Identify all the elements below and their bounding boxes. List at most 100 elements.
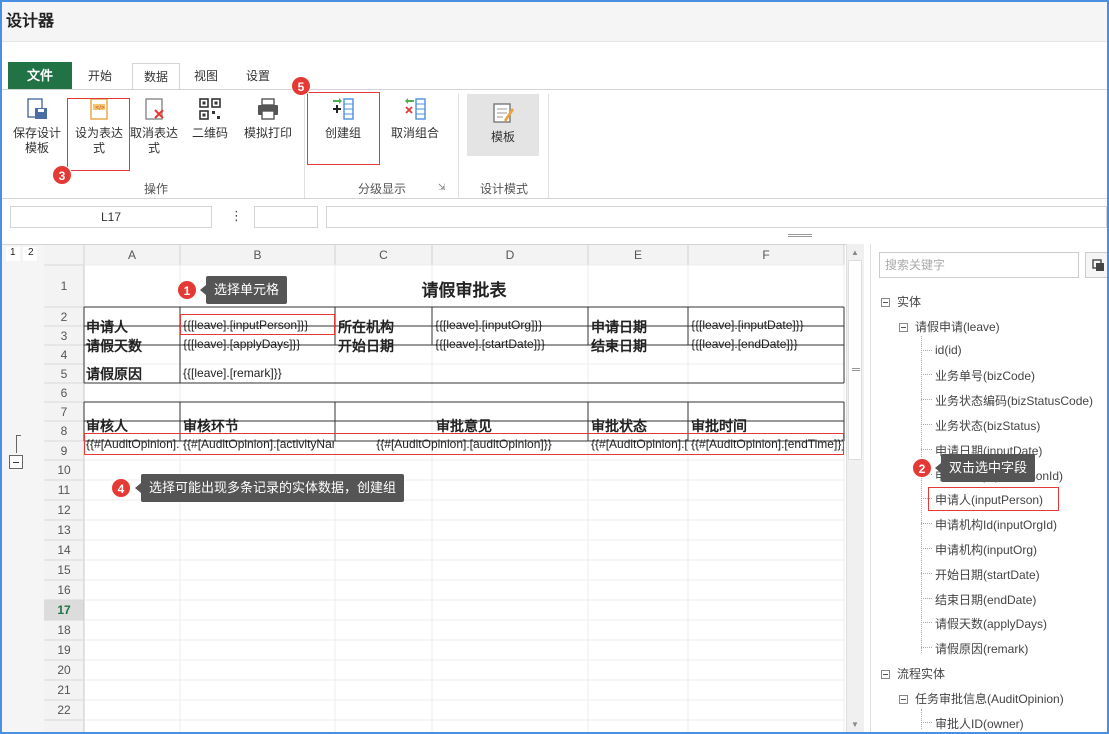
row-header-18[interactable]: 18	[44, 623, 84, 637]
cell-E3[interactable]: 结束日期	[591, 336, 647, 356]
tree-node-field[interactable]: id(id)	[935, 343, 962, 357]
cell-B4[interactable]: {{[leave].[remark]}}	[183, 366, 483, 380]
tab-home[interactable]: 开始	[82, 63, 118, 90]
tree-node-field[interactable]: 业务状态(bizStatus)	[935, 417, 1040, 434]
scroll-thumb[interactable]	[848, 260, 862, 460]
tree-node-field[interactable]: 审批人ID(owner)	[935, 715, 1024, 732]
cancel-expression-button[interactable]: 取消表达式	[128, 96, 180, 156]
tree-node-group[interactable]: 任务审批信息(AuditOpinion)	[899, 690, 1064, 707]
column-header-A[interactable]: A	[84, 248, 180, 262]
row-header-21[interactable]: 21	[44, 683, 84, 697]
row-header-10[interactable]: 10	[44, 463, 84, 477]
tree-node-field[interactable]: 申请机构Id(inputOrgId)	[935, 516, 1057, 533]
qrcode-icon	[199, 98, 221, 120]
tree-node-field[interactable]: 请假原因(remark)	[935, 640, 1028, 657]
scroll-down-icon[interactable]: ▼	[851, 720, 859, 729]
cell-D2[interactable]: {{[leave].[inputOrg]}}	[435, 318, 585, 332]
column-header-C[interactable]: C	[335, 248, 432, 262]
template-mode-button[interactable]: 模板	[467, 94, 539, 156]
search-input[interactable]: 搜索关键字	[879, 252, 1079, 278]
tree-node-group[interactable]: 流程实体	[881, 665, 945, 682]
cell-C2[interactable]: 所在机构	[338, 317, 394, 337]
tab-settings[interactable]: 设置	[240, 63, 276, 90]
cell-F2[interactable]: {{[leave].[inputDate]}}	[691, 318, 841, 332]
collapse-node-icon[interactable]	[899, 322, 908, 332]
cell-A4[interactable]: 请假原因	[86, 364, 142, 384]
scroll-up-icon[interactable]: ▲	[851, 248, 859, 257]
sheet-vertical-scrollbar[interactable]: ▲ ▼	[846, 244, 864, 732]
name-box[interactable]: L17	[10, 206, 212, 228]
title-bar: 设计器	[2, 2, 1107, 42]
row-header-16[interactable]: 16	[44, 583, 84, 597]
column-header-E[interactable]: E	[588, 248, 688, 262]
outline-level-2[interactable]: 2	[28, 247, 34, 258]
cell-A3[interactable]: 请假天数	[86, 336, 142, 356]
row-header-20[interactable]: 20	[44, 663, 84, 677]
column-header-D[interactable]: D	[432, 248, 588, 262]
cancel-expression-icon	[145, 98, 164, 120]
row-header-11[interactable]: 11	[44, 483, 84, 497]
collapse-node-icon[interactable]	[881, 670, 890, 679]
row-header-4[interactable]: 4	[44, 348, 84, 362]
copy-icon	[1092, 259, 1104, 271]
tab-file[interactable]: 文件	[8, 62, 72, 90]
row-header-1[interactable]: 1	[44, 279, 84, 293]
tree-node-field[interactable]: 申请机构(inputOrg)	[935, 541, 1037, 558]
row-header-12[interactable]: 12	[44, 503, 84, 517]
collapse-node-icon[interactable]	[899, 694, 908, 704]
collapse-group-button[interactable]	[9, 455, 23, 469]
spreadsheet: 1 2 ABCDEF 1 2 3 4 5 6 7 8 9 10 11 12 13 14 15 16 17 18 19…	[2, 244, 864, 732]
row-header-19[interactable]: 19	[44, 643, 84, 657]
tree-node-field[interactable]: 结束日期(endDate)	[935, 591, 1036, 608]
step-2-badge: 2	[912, 458, 932, 478]
highlight-cell-B2	[180, 314, 335, 335]
cell-D3[interactable]: {{[leave].[startDate]}}	[435, 337, 585, 351]
qrcode-button[interactable]: 二维码	[188, 96, 232, 141]
tree-connector	[921, 424, 932, 425]
row-header-9[interactable]: 9	[44, 444, 84, 458]
row-header-8[interactable]: 8	[44, 424, 84, 438]
outline-level-1[interactable]: 1	[10, 247, 16, 258]
cell-F3[interactable]: {{[leave].[endDate]}}	[691, 337, 841, 351]
column-header-F[interactable]: F	[688, 248, 844, 262]
column-header-B[interactable]: B	[180, 248, 335, 262]
row-header-14[interactable]: 14	[44, 543, 84, 557]
collapse-node-icon[interactable]	[881, 298, 890, 307]
tree-node-field[interactable]: 业务单号(bizCode)	[935, 367, 1035, 384]
tree-node-label: 请假申请(leave)	[915, 319, 1000, 334]
tree-connector	[921, 622, 932, 624]
formula-input[interactable]	[326, 206, 1107, 228]
outline-dialog-launcher-icon[interactable]: ⇲	[438, 182, 446, 193]
row-header-15[interactable]: 15	[44, 563, 84, 577]
tree-node-field[interactable]: 业务状态编码(bizStatusCode)	[935, 392, 1093, 409]
sheet-title[interactable]: 请假审批表	[335, 276, 593, 301]
tree-node-label: 开始日期(startDate)	[935, 567, 1040, 582]
cell-B3[interactable]: {{[leave].[applyDays]}}	[183, 337, 333, 351]
tree-connector	[921, 721, 932, 723]
cell-A2[interactable]: 申请人	[86, 317, 128, 337]
cell-E2[interactable]: 申请日期	[591, 317, 647, 337]
cell-C3[interactable]: 开始日期	[338, 336, 394, 356]
tree-node-group[interactable]: 实体	[881, 293, 921, 310]
row-header-13[interactable]: 13	[44, 523, 84, 537]
row-header-3[interactable]: 3	[44, 329, 84, 343]
row-header-22[interactable]: 22	[44, 703, 84, 717]
resize-grip[interactable]	[788, 234, 812, 237]
row-header-17[interactable]: 17	[44, 603, 84, 617]
save-template-label: 保存设计模板	[12, 126, 61, 155]
function-box[interactable]	[254, 206, 318, 228]
tree-node-field[interactable]: 请假天数(applyDays)	[935, 615, 1047, 632]
save-template-button[interactable]: 保存设计模板	[8, 96, 66, 156]
tab-data[interactable]: 数据	[132, 63, 180, 90]
ungroup-button[interactable]: 取消组合	[386, 96, 444, 141]
tab-view[interactable]: 视图	[188, 63, 224, 90]
simulate-print-button[interactable]: 模拟打印	[240, 96, 296, 141]
tree-node-field[interactable]: 开始日期(startDate)	[935, 566, 1040, 583]
row-header-6[interactable]: 6	[44, 386, 84, 400]
row-header-7[interactable]: 7	[44, 405, 84, 419]
step-1-badge: 1	[177, 280, 197, 300]
tree-node-group[interactable]: 请假申请(leave)	[899, 318, 1000, 335]
panel-options-button[interactable]	[1085, 252, 1107, 278]
row-header-2[interactable]: 2	[44, 310, 84, 324]
row-header-5[interactable]: 5	[44, 367, 84, 381]
